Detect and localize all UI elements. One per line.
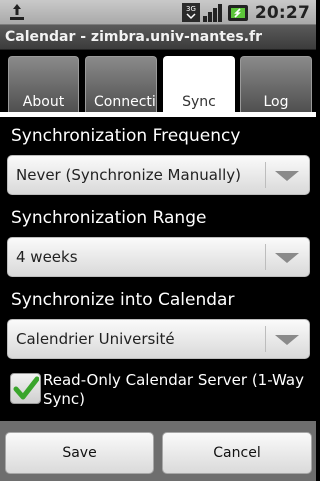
readonly-label: Read-Only Calendar Server (1-Way Sync): [43, 371, 304, 408]
tab-log[interactable]: Log: [240, 56, 312, 117]
svg-text:3G: 3G: [186, 5, 196, 13]
button-bar: Save Cancel: [0, 421, 316, 481]
usb-icon: [10, 4, 24, 20]
dropdown-arrow-icon: [275, 335, 299, 345]
range-label: Synchronization Range: [11, 208, 207, 228]
status-bar: 3G 20:27: [0, 0, 316, 25]
spinner-divider: [265, 244, 266, 270]
save-button[interactable]: Save: [5, 432, 154, 474]
tab-bar: About Connecti Sync Log: [0, 51, 316, 117]
tab-about[interactable]: About: [8, 56, 79, 117]
tab-connection[interactable]: Connecti: [85, 56, 157, 117]
spinner-divider: [265, 326, 266, 352]
window-title: Calendar - zimbra.univ-nantes.fr: [0, 25, 316, 50]
spinner-divider: [265, 162, 266, 188]
tab-log-label: Log: [263, 94, 289, 110]
dropdown-arrow-icon: [275, 253, 299, 263]
tab-about-label: About: [22, 94, 65, 110]
cancel-button[interactable]: Cancel: [162, 432, 312, 474]
tab-sync[interactable]: Sync: [163, 56, 235, 117]
frequency-value: Never (Synchronize Manually): [16, 166, 241, 184]
tab-connection-label: Connecti: [94, 94, 156, 110]
readonly-option[interactable]: Read-Only Calendar Server (1-Way Sync): [7, 368, 312, 410]
frequency-label: Synchronization Frequency: [11, 126, 241, 146]
range-spinner[interactable]: 4 weeks: [7, 237, 310, 277]
dropdown-arrow-icon: [275, 171, 299, 181]
tab-sync-label: Sync: [182, 94, 216, 110]
range-value: 4 weeks: [16, 248, 78, 266]
checkmark-icon: [13, 376, 39, 400]
clock: 20:27: [254, 2, 310, 23]
3g-icon: 3G: [181, 3, 200, 22]
readonly-checkbox[interactable]: [10, 373, 41, 404]
signal-icon: [202, 4, 222, 22]
calendar-spinner[interactable]: Calendrier Université: [7, 319, 310, 359]
frequency-spinner[interactable]: Never (Synchronize Manually): [7, 155, 310, 195]
calendar-label: Synchronize into Calendar: [11, 290, 235, 310]
battery-icon: [227, 5, 248, 21]
tab-underline: [0, 112, 316, 117]
calendar-value: Calendrier Université: [16, 330, 175, 348]
